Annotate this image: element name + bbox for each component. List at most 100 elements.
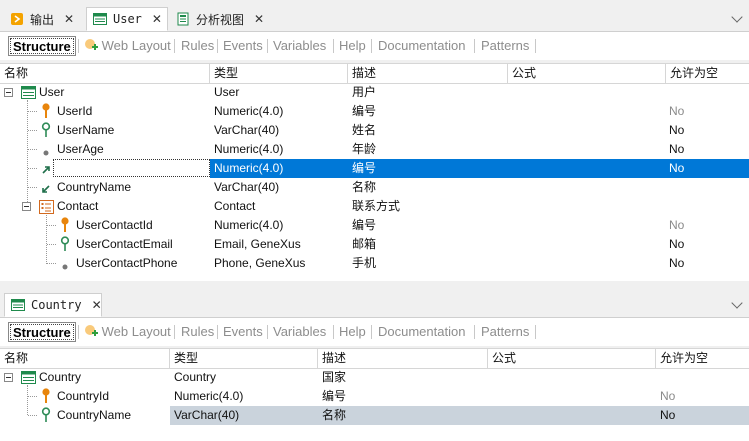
table-row[interactable]: UserId Numeric(4.0) 编号 No bbox=[0, 102, 749, 121]
cell-type[interactable]: Numeric(4.0) bbox=[214, 159, 283, 178]
tab-events[interactable]: Events bbox=[219, 36, 267, 56]
cell-name[interactable]: UserContactPhone bbox=[76, 254, 177, 273]
tab-rules[interactable]: Rules bbox=[177, 322, 218, 342]
table-row[interactable]: User User 用户 bbox=[0, 83, 749, 102]
cell-description[interactable]: 编号 bbox=[352, 159, 376, 178]
cell-description[interactable]: 编号 bbox=[352, 216, 376, 235]
collapse-toggle-icon[interactable] bbox=[4, 88, 13, 97]
tab-web-layout[interactable]: Web Layout bbox=[80, 36, 175, 56]
column-header-type[interactable]: 类型 bbox=[210, 64, 348, 83]
table-row[interactable]: CountryName VarChar(40) 名称 bbox=[0, 178, 749, 197]
cell-description[interactable]: 年龄 bbox=[352, 140, 376, 159]
cell-type[interactable]: Country bbox=[174, 368, 216, 387]
cell-nullable[interactable]: No bbox=[669, 216, 684, 235]
tab-events[interactable]: Events bbox=[219, 322, 267, 342]
cell-type[interactable]: User bbox=[214, 83, 239, 102]
column-header-name[interactable]: 名称 bbox=[0, 64, 210, 83]
tab-rules[interactable]: Rules bbox=[177, 36, 218, 56]
column-header-description[interactable]: 描述 bbox=[348, 64, 508, 83]
column-header-nullable[interactable]: 允许为空 bbox=[666, 64, 749, 83]
close-icon[interactable]: ✕ bbox=[254, 12, 264, 26]
cell-description[interactable]: 编号 bbox=[352, 102, 376, 121]
cell-name[interactable]: Country bbox=[39, 368, 81, 387]
cell-nullable[interactable]: No bbox=[669, 254, 684, 273]
cell-type[interactable]: VarChar(40) bbox=[214, 178, 279, 197]
cell-name[interactable]: UserId bbox=[57, 102, 92, 121]
tab-variables[interactable]: Variables bbox=[269, 36, 330, 56]
cell-name[interactable]: UserName bbox=[57, 121, 114, 140]
tab-patterns[interactable]: Patterns bbox=[477, 36, 533, 56]
tab-output[interactable]: 输出 ✕ bbox=[4, 7, 86, 31]
cell-type[interactable]: Numeric(4.0) bbox=[214, 102, 283, 121]
cell-nullable[interactable]: No bbox=[669, 235, 684, 254]
column-header-type[interactable]: 类型 bbox=[170, 349, 318, 368]
tab-documentation[interactable]: Documentation bbox=[374, 322, 469, 342]
table-row[interactable]: UserContactEmail Email, GeneXus 邮箱 No bbox=[0, 235, 749, 254]
cell-name[interactable]: CountryName bbox=[57, 406, 131, 425]
cell-description[interactable]: 手机 bbox=[352, 254, 376, 273]
tab-documentation[interactable]: Documentation bbox=[374, 36, 469, 56]
tab-help[interactable]: Help bbox=[335, 36, 370, 56]
close-icon[interactable]: ✕ bbox=[152, 12, 162, 26]
table-row[interactable]: UserContactPhone Phone, GeneXus 手机 No bbox=[0, 254, 749, 273]
tab-structure[interactable]: Structure bbox=[8, 36, 76, 56]
collapse-toggle-icon[interactable] bbox=[4, 373, 13, 382]
cell-name[interactable]: Contact bbox=[57, 197, 98, 216]
cell-type[interactable]: Numeric(4.0) bbox=[174, 387, 243, 406]
column-header-formula[interactable]: 公式 bbox=[508, 64, 666, 83]
cell-nullable[interactable]: No bbox=[660, 406, 675, 425]
table-row[interactable]: Country Country 国家 bbox=[0, 368, 749, 387]
cell-name[interactable]: UserContactId bbox=[76, 216, 153, 235]
cell-description[interactable]: 国家 bbox=[322, 368, 346, 387]
cell-name[interactable]: UserContactEmail bbox=[76, 235, 173, 254]
cell-nullable[interactable]: No bbox=[660, 387, 675, 406]
table-row[interactable]: CountryId Numeric(4.0) 编号 No bbox=[0, 387, 749, 406]
table-row[interactable]: Contact Contact 联系方式 bbox=[0, 197, 749, 216]
cell-nullable[interactable]: No bbox=[669, 102, 684, 121]
cell-description[interactable]: 编号 bbox=[322, 387, 346, 406]
column-header-nullable[interactable]: 允许为空 bbox=[656, 349, 749, 368]
column-header-formula[interactable]: 公式 bbox=[488, 349, 656, 368]
cell-nullable[interactable]: No bbox=[669, 140, 684, 159]
table-row[interactable]: CountryName VarChar(40) 名称 No bbox=[0, 406, 749, 425]
cell-nullable[interactable]: No bbox=[669, 121, 684, 140]
close-icon[interactable]: ✕ bbox=[64, 12, 74, 26]
tab-country[interactable]: Country ✕ bbox=[4, 293, 102, 317]
close-icon[interactable]: ✕ bbox=[92, 298, 102, 312]
cell-name[interactable]: User bbox=[39, 83, 64, 102]
table-row[interactable]: UserContactId Numeric(4.0) 编号 No bbox=[0, 216, 749, 235]
tab-web-layout[interactable]: Web Layout bbox=[80, 322, 175, 342]
cell-description[interactable]: 联系方式 bbox=[352, 197, 400, 216]
cell-type[interactable]: VarChar(40) bbox=[174, 406, 239, 425]
cell-description[interactable]: 用户 bbox=[352, 83, 376, 102]
table-row[interactable]: UserName VarChar(40) 姓名 No bbox=[0, 121, 749, 140]
table-row[interactable]: UserAge Numeric(4.0) 年龄 No bbox=[0, 140, 749, 159]
cell-nullable[interactable]: No bbox=[669, 159, 684, 178]
column-header-description[interactable]: 描述 bbox=[318, 349, 488, 368]
cell-description[interactable]: 名称 bbox=[352, 178, 376, 197]
cell-type[interactable]: Numeric(4.0) bbox=[214, 216, 283, 235]
cell-type[interactable]: Email, GeneXus bbox=[214, 235, 301, 254]
cell-type[interactable]: VarChar(40) bbox=[214, 121, 279, 140]
collapse-toggle-icon[interactable] bbox=[22, 202, 31, 211]
cell-type[interactable]: Numeric(4.0) bbox=[214, 140, 283, 159]
cell-description[interactable]: 姓名 bbox=[352, 121, 376, 140]
cell-name[interactable]: UserAge bbox=[57, 140, 104, 159]
tab-patterns[interactable]: Patterns bbox=[477, 322, 533, 342]
column-header-name[interactable]: 名称 bbox=[0, 349, 170, 368]
tab-user[interactable]: User ✕ bbox=[86, 7, 168, 31]
cell-name[interactable]: CountryId bbox=[57, 159, 109, 178]
tab-variables[interactable]: Variables bbox=[269, 322, 330, 342]
tab-structure[interactable]: Structure bbox=[8, 322, 76, 342]
cell-description[interactable]: 邮箱 bbox=[352, 235, 376, 254]
table-row[interactable]: CountryId Numeric(4.0) 编号 No bbox=[0, 159, 749, 178]
tab-help[interactable]: Help bbox=[335, 322, 370, 342]
cell-name[interactable]: CountryName bbox=[57, 178, 131, 197]
chevron-down-icon[interactable] bbox=[732, 301, 742, 311]
tab-analysis-view[interactable]: 分析视图 ✕ bbox=[170, 7, 274, 31]
cell-type[interactable]: Phone, GeneXus bbox=[214, 254, 305, 273]
cell-type[interactable]: Contact bbox=[214, 197, 255, 216]
cell-description[interactable]: 名称 bbox=[322, 406, 346, 425]
chevron-down-icon[interactable] bbox=[732, 15, 742, 25]
cell-name[interactable]: CountryId bbox=[57, 387, 109, 406]
